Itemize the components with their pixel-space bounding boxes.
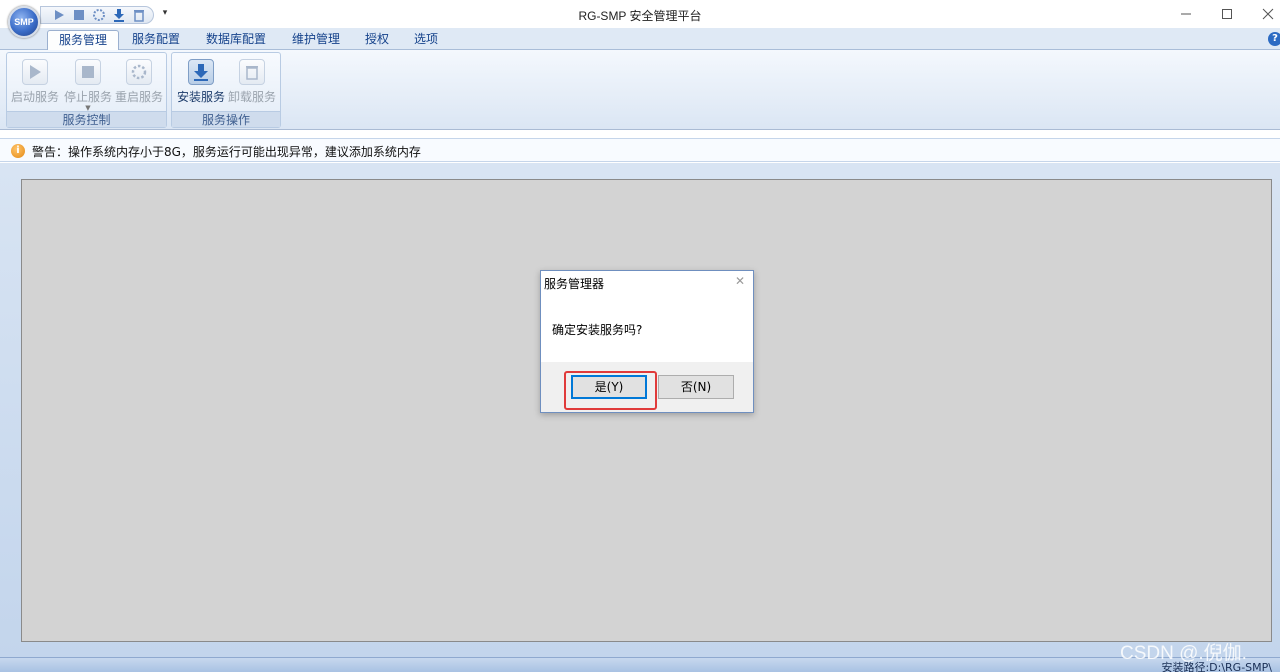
group-label-service-control: 服务控制 — [7, 111, 166, 127]
tab-maintenance[interactable]: 维护管理 — [281, 30, 351, 51]
close-icon — [1262, 8, 1274, 20]
tab-service-config[interactable]: 服务配置 — [121, 30, 191, 51]
dialog-button-area: 是(Y) 否(N) — [541, 362, 753, 412]
title-bar: SMP ▾ RG-SMP 安全管理平台 — [0, 0, 1280, 38]
uninstall-service-button[interactable]: 卸载服务 — [226, 57, 278, 111]
restart-service-button[interactable]: 重启服务 — [113, 57, 165, 111]
dialog-title: 服务管理器 — [544, 277, 605, 291]
help-icon[interactable]: ? — [1268, 32, 1280, 46]
group-label-service-operation: 服务操作 — [172, 111, 280, 127]
no-button[interactable]: 否(N) — [658, 375, 734, 399]
tab-database-config[interactable]: 数据库配置 — [195, 30, 277, 51]
tab-authorization[interactable]: 授权 — [354, 30, 400, 51]
window-title: RG-SMP 安全管理平台 — [578, 9, 702, 23]
status-bar: 安装路径:D:\RG-SMP\ — [0, 657, 1280, 672]
ribbon-tab-bar: 服务管理 服务配置 数据库配置 维护管理 授权 选项 — [0, 28, 1280, 51]
stop-service-button[interactable]: 停止服务 ▼ — [62, 57, 114, 112]
dialog-message: 确定安装服务吗? — [552, 323, 643, 337]
install-service-button[interactable]: 安装服务 — [175, 57, 227, 111]
start-service-button[interactable]: 启动服务 — [9, 57, 61, 111]
maximize-button[interactable] — [1204, 0, 1250, 28]
install-icon — [188, 59, 214, 85]
uninstall-icon — [239, 59, 265, 85]
warning-icon: i — [11, 144, 25, 158]
stop-service-label: 停止服务 — [63, 90, 112, 104]
ribbon-group-service-control: 启动服务 停止服务 ▼ 重启服务 服务控制 — [6, 52, 167, 128]
install-service-label: 安装服务 — [176, 90, 225, 104]
tab-options[interactable]: 选项 — [403, 30, 449, 51]
ribbon-panel: 启动服务 停止服务 ▼ 重启服务 服务控制 安装服务 卸载服务 服务操作 — [0, 50, 1280, 130]
confirm-dialog: 服务管理器 ✕ 确定安装服务吗? 是(Y) 否(N) — [540, 270, 754, 413]
start-service-label: 启动服务 — [10, 90, 59, 104]
minimize-button[interactable] — [1163, 0, 1209, 28]
warning-bar: i 警告：操作系统内存小于8G，服务运行可能出现异常，建议添加系统内存 — [0, 138, 1280, 162]
app-logo-text: SMP — [14, 17, 34, 27]
ribbon-group-service-operation: 安装服务 卸载服务 服务操作 — [171, 52, 281, 128]
minimize-icon — [1181, 13, 1191, 15]
stop-icon — [75, 59, 101, 85]
play-icon — [22, 59, 48, 85]
warning-text: 警告：操作系统内存小于8G，服务运行可能出现异常，建议添加系统内存 — [32, 145, 421, 159]
watermark: CSDN @.倪伽. — [1120, 643, 1247, 664]
yes-button[interactable]: 是(Y) — [571, 375, 647, 399]
uninstall-service-label: 卸载服务 — [227, 90, 276, 104]
restart-service-label: 重启服务 — [114, 90, 163, 104]
restart-icon — [126, 59, 152, 85]
tab-service-management[interactable]: 服务管理 — [47, 30, 120, 51]
maximize-icon — [1222, 9, 1232, 19]
dialog-close-icon[interactable]: ✕ — [733, 274, 747, 288]
close-button[interactable] — [1245, 0, 1280, 28]
app-menu-button[interactable]: SMP — [8, 6, 40, 38]
